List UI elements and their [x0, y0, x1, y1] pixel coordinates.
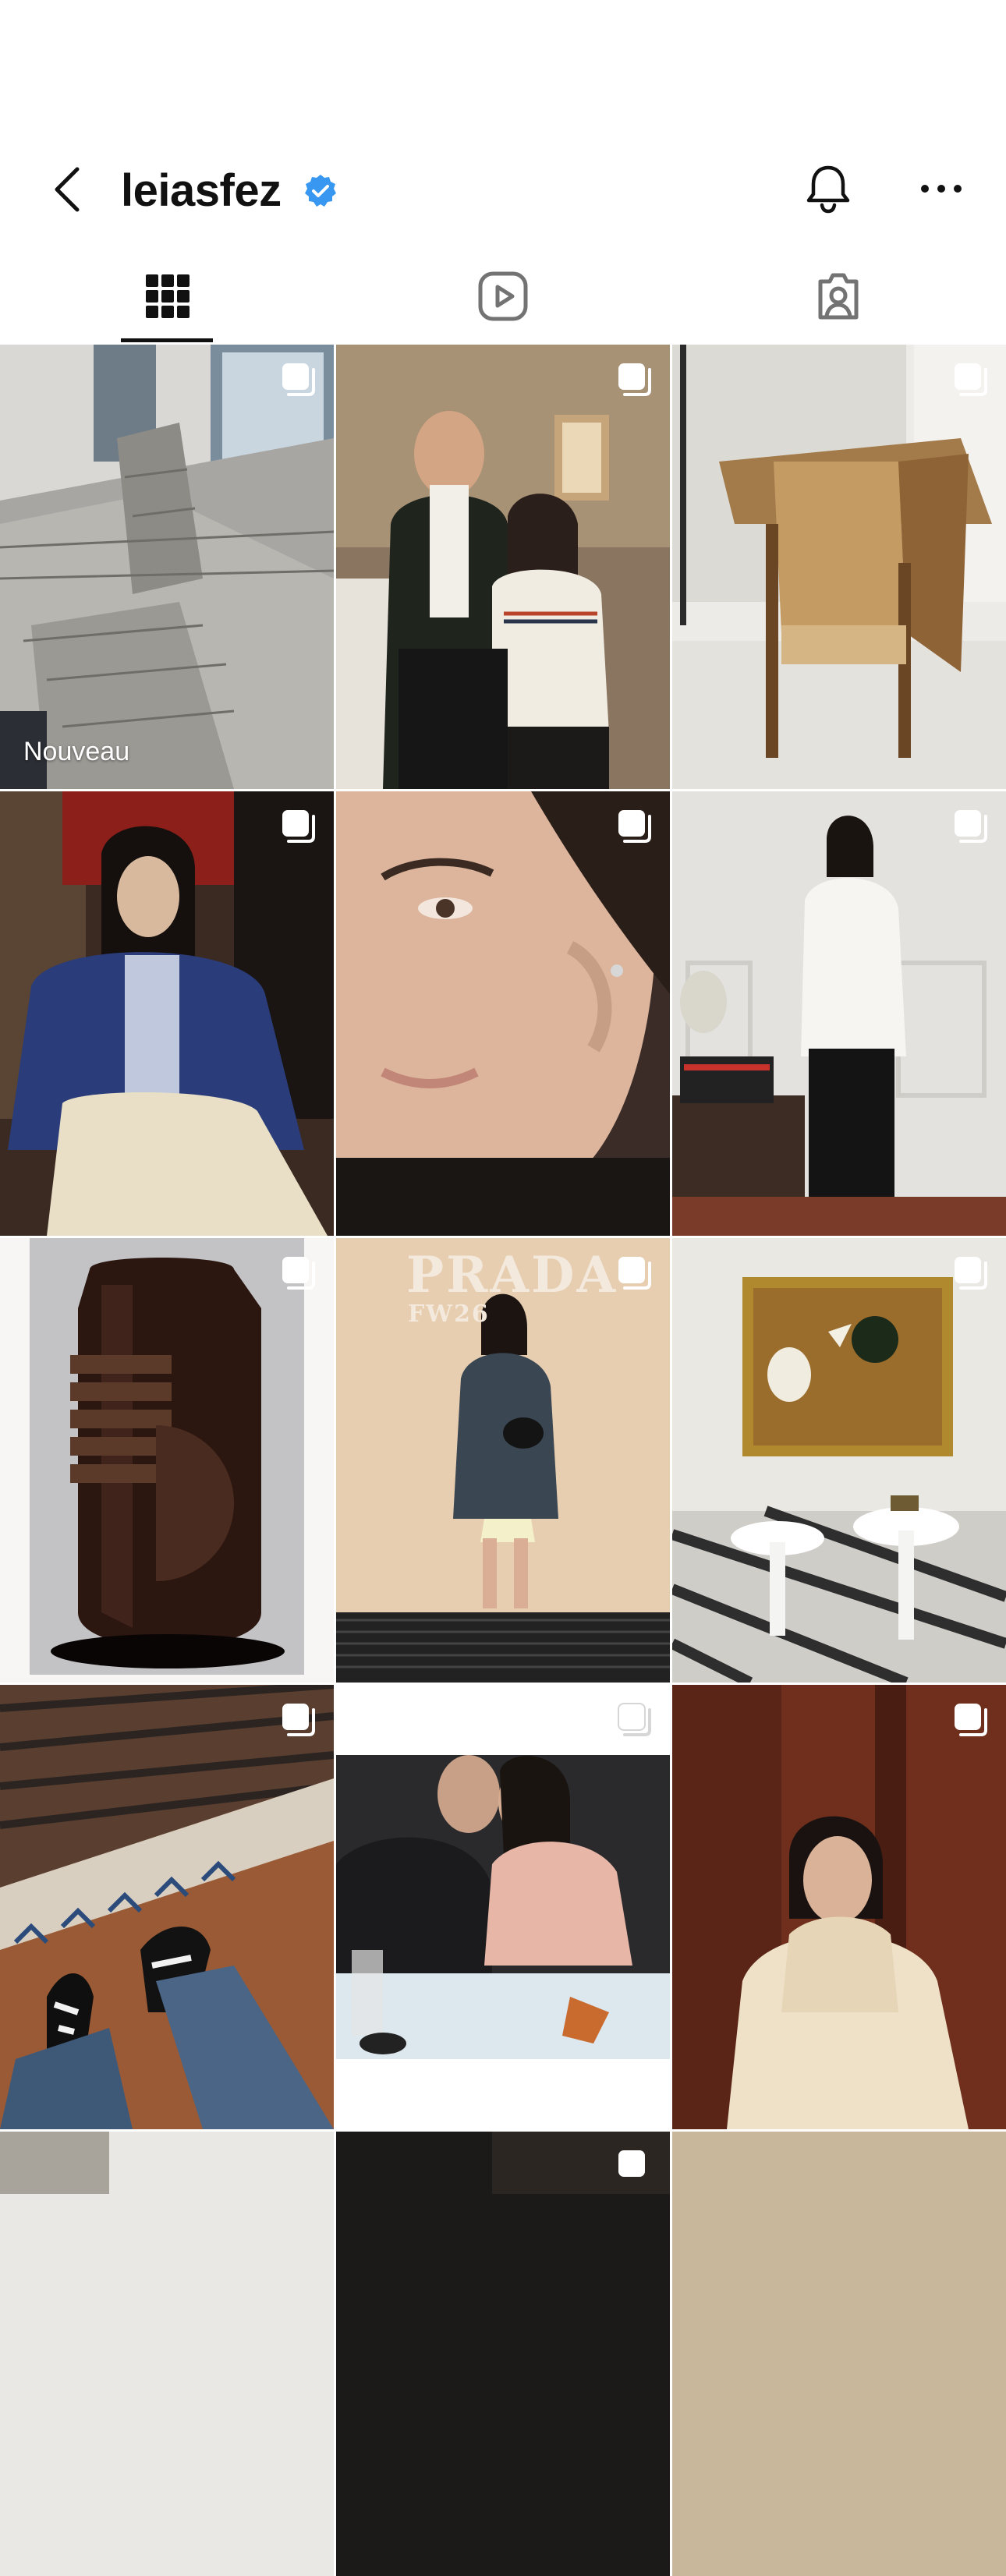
post-tile[interactable] [672, 2132, 1006, 2576]
carousel-icon [955, 810, 987, 843]
post-tile[interactable] [672, 1238, 1006, 1683]
carousel-icon [955, 1704, 987, 1736]
post-image [336, 791, 670, 1236]
post-tile[interactable] [0, 2132, 334, 2576]
post-tile[interactable] [336, 345, 670, 789]
post-image [0, 1685, 334, 2129]
post-tile[interactable] [0, 1685, 334, 2129]
post-tile[interactable] [0, 1238, 334, 1683]
post-image [336, 1685, 670, 2129]
carousel-icon [955, 363, 987, 396]
tab-tagged[interactable] [671, 249, 1006, 343]
bell-icon [806, 165, 850, 214]
post-image [672, 1238, 1006, 1683]
post-image [336, 2132, 670, 2576]
selected-tab-indicator [121, 338, 213, 342]
prada-subtitle: FW26 [408, 1300, 490, 1328]
post-tile[interactable]: PRADA FW26 [336, 1238, 670, 1683]
tagged-icon [818, 273, 859, 320]
tab-posts[interactable] [0, 249, 335, 343]
carousel-icon [618, 1703, 651, 1736]
post-image [336, 1238, 670, 1683]
more-options-button[interactable] [909, 156, 974, 221]
carousel-icon [282, 1704, 315, 1736]
post-tile[interactable]: Nouveau [0, 345, 334, 789]
post-tile[interactable] [672, 1685, 1006, 2129]
post-tile[interactable] [336, 791, 670, 1236]
carousel-icon [282, 363, 315, 396]
post-tile[interactable] [0, 791, 334, 1236]
post-tile[interactable] [336, 2132, 670, 2576]
carousel-icon [618, 1257, 651, 1290]
post-tile[interactable] [672, 791, 1006, 1236]
profile-header: leiasfez [0, 140, 1006, 238]
carousel-icon [282, 810, 315, 843]
profile-username: leiasfez [121, 165, 282, 216]
notifications-button[interactable] [795, 156, 861, 221]
post-image [672, 1685, 1006, 2129]
post-tile[interactable] [336, 1685, 670, 2129]
carousel-icon [618, 810, 651, 843]
back-button[interactable] [43, 161, 90, 218]
prada-title: PRADA [406, 1246, 618, 1304]
post-image [0, 2132, 334, 2576]
grid-icon [146, 274, 190, 318]
post-image [672, 791, 1006, 1236]
profile-tabs [0, 249, 1006, 343]
post-image [0, 1238, 334, 1683]
carousel-icon [282, 1257, 315, 1290]
tab-reels[interactable] [335, 249, 671, 343]
post-image [336, 345, 670, 789]
post-image [0, 345, 334, 789]
status-bar-area [0, 0, 1006, 140]
verified-badge-icon [305, 175, 336, 207]
reels-icon [478, 271, 528, 321]
chevron-left-icon [55, 167, 80, 212]
carousel-icon [955, 1257, 987, 1290]
post-tile[interactable] [672, 345, 1006, 789]
post-image [672, 345, 1006, 789]
more-horizontal-icon [921, 185, 962, 193]
carousel-icon [618, 2150, 645, 2177]
new-post-badge: Nouveau [23, 737, 130, 766]
carousel-icon [618, 363, 651, 396]
post-image [672, 2132, 1006, 2576]
post-image [0, 791, 334, 1236]
